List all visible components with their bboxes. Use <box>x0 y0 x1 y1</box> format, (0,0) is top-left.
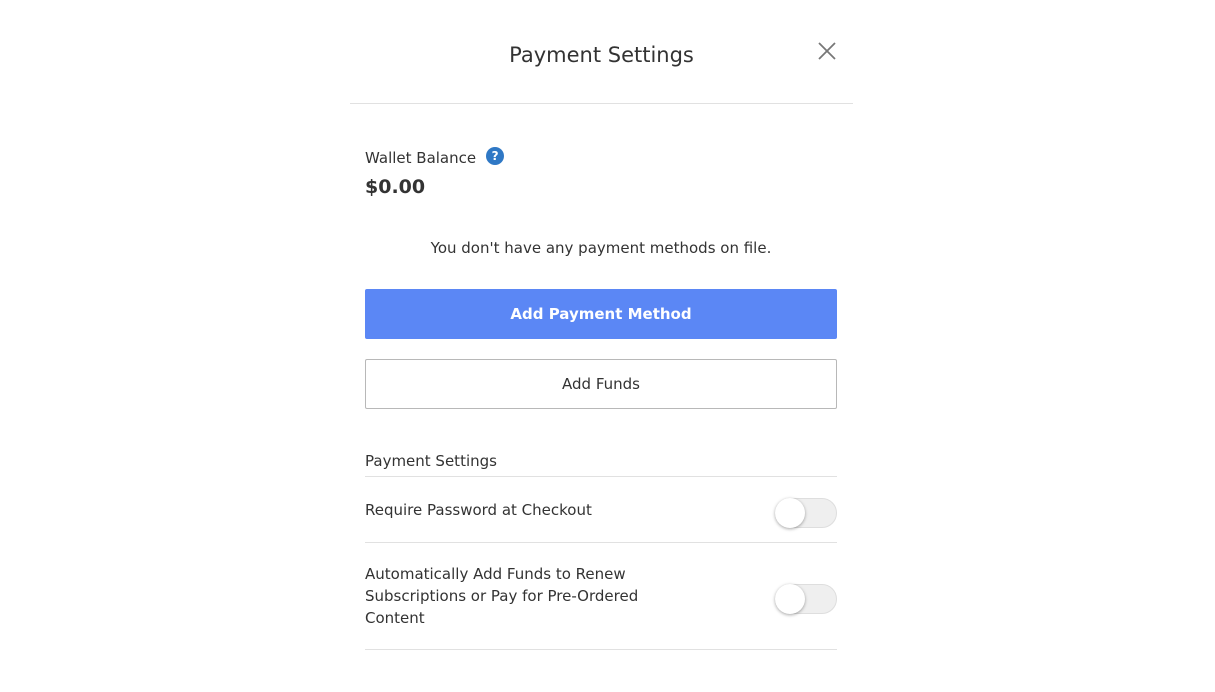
setting-row-auto-add-funds: Automatically Add Funds to Renew Subscri… <box>365 543 837 650</box>
add-funds-button[interactable]: Add Funds <box>365 359 837 409</box>
auto-add-funds-toggle[interactable] <box>775 584 837 614</box>
setting-label: Automatically Add Funds to Renew Subscri… <box>365 565 639 627</box>
no-payment-methods-message: You don't have any payment methods on fi… <box>430 239 772 257</box>
add-payment-method-button[interactable]: Add Payment Method <box>365 289 837 339</box>
wallet-balance-header: Wallet Balance ? <box>365 147 505 169</box>
setting-row-require-password: Require Password at Checkout <box>365 477 837 543</box>
dialog-title: Payment Settings <box>509 43 694 67</box>
wallet-balance-label: Wallet Balance <box>365 149 477 167</box>
setting-label: Require Password at Checkout <box>365 501 592 519</box>
toggle-knob <box>775 498 805 528</box>
close-button[interactable] <box>812 36 842 66</box>
payment-settings-heading: Payment Settings <box>365 450 837 477</box>
toggle-knob <box>775 584 805 614</box>
question-circle-icon[interactable]: ? <box>486 147 505 165</box>
close-icon <box>818 42 836 60</box>
payment-settings-dialog: Payment Settings Wallet Balance ? $0.00 … <box>350 0 853 692</box>
require-password-toggle[interactable] <box>775 498 837 528</box>
dialog-header: Payment Settings <box>350 0 853 104</box>
wallet-balance-amount: $0.00 <box>365 176 426 198</box>
